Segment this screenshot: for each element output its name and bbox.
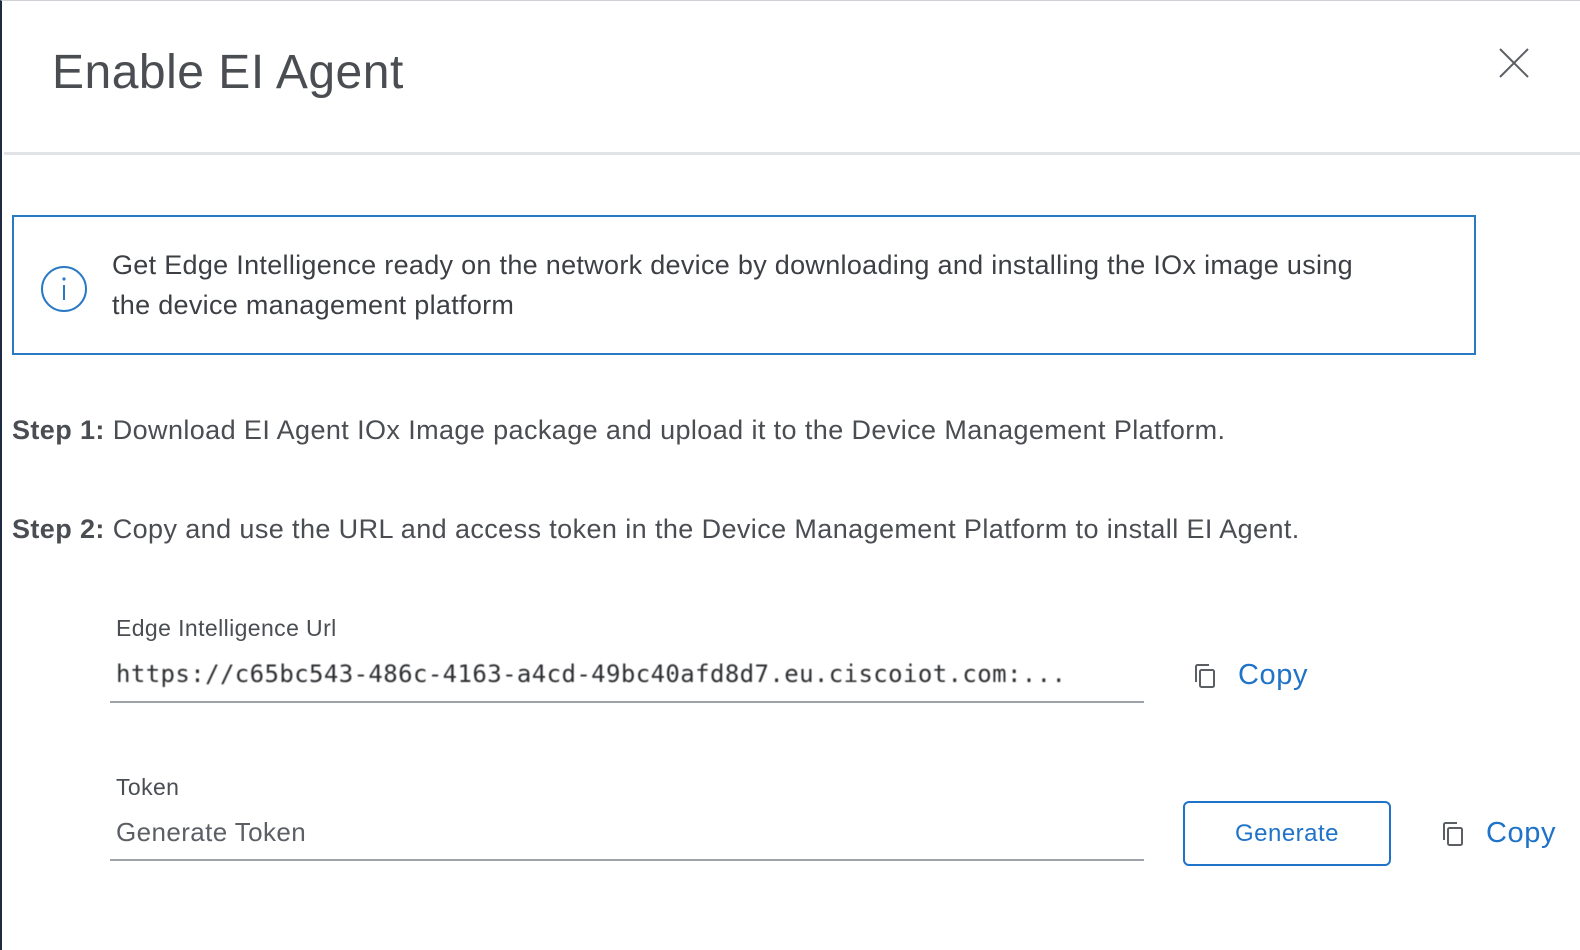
copy-icon xyxy=(1443,821,1463,846)
copy-icon xyxy=(1195,663,1215,688)
close-button[interactable] xyxy=(1492,41,1536,85)
token-field[interactable]: Generate Token xyxy=(110,809,1144,861)
token-field-label: Token xyxy=(116,774,180,800)
step-1-label: Step 1: xyxy=(12,415,105,445)
step-1: Step 1: Download EI Agent IOx Image pack… xyxy=(12,415,1225,446)
close-icon xyxy=(1499,48,1529,78)
info-icon xyxy=(40,265,88,313)
info-banner: Get Edge Intelligence ready on the netwo… xyxy=(12,215,1476,355)
url-field-label: Edge Intelligence Url xyxy=(116,615,337,641)
info-banner-text: Get Edge Intelligence ready on the netwo… xyxy=(112,250,1353,320)
step-2-text: Copy and use the URL and access token in… xyxy=(112,514,1300,544)
generate-button[interactable]: Generate xyxy=(1183,801,1391,866)
dialog-header: Enable EI Agent xyxy=(4,1,1580,153)
edge-intelligence-url-field[interactable]: https://c65bc543-486c-4163-a4cd-49bc40af… xyxy=(110,651,1144,703)
step-2-label: Step 2: xyxy=(12,514,105,544)
copy-token-button[interactable]: Copy xyxy=(1440,817,1556,850)
dialog-title: Enable EI Agent xyxy=(52,46,404,99)
copy-url-button[interactable]: Copy xyxy=(1192,659,1308,692)
copy-token-label: Copy xyxy=(1486,817,1557,849)
url-field-value: https://c65bc543-486c-4163-a4cd-49bc40af… xyxy=(116,660,1067,688)
header-divider xyxy=(4,152,1580,155)
copy-url-label: Copy xyxy=(1238,659,1309,691)
enable-ei-agent-dialog: Enable EI Agent Get Edge Intelligence re… xyxy=(0,0,1580,950)
step-1-text: Download EI Agent IOx Image package and … xyxy=(112,415,1226,445)
step-2: Step 2: Copy and use the URL and access … xyxy=(12,514,1300,545)
token-field-placeholder: Generate Token xyxy=(116,817,307,847)
